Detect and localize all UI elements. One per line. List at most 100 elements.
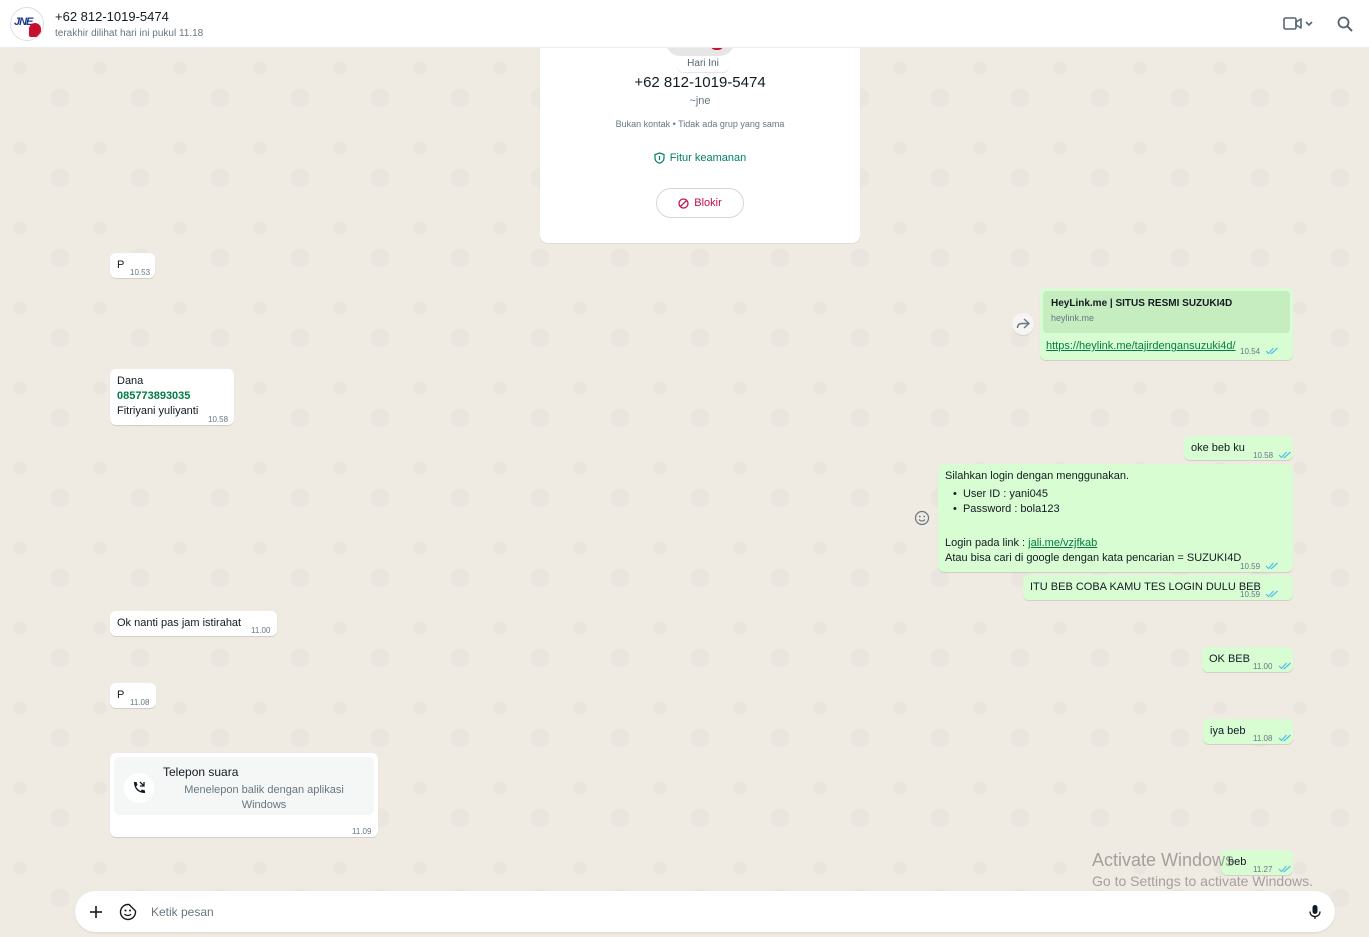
double-check-icon: [1265, 590, 1278, 598]
message-incoming[interactable]: Ok nanti pas jam istirahat 11.00: [110, 611, 277, 636]
message-composer: [75, 891, 1335, 932]
message-time: 11.00: [1253, 662, 1273, 671]
phone-number-link[interactable]: 085773893035: [117, 389, 227, 404]
emoji-button[interactable]: [119, 903, 137, 921]
message-incoming[interactable]: Dana 085773893035 Fitriyani yuliyanti 10…: [110, 369, 234, 425]
message-outgoing[interactable]: ITU BEB COBA KAMU TES LOGIN DULU BEB 10.…: [1023, 575, 1293, 600]
double-check-icon: [1278, 662, 1291, 670]
voice-call-message[interactable]: Telepon suara Menelepon balik dengan apl…: [110, 753, 378, 837]
message-time: 10.59: [1240, 590, 1261, 599]
message-text: beb: [1228, 856, 1247, 868]
search-button[interactable]: [1337, 16, 1353, 32]
contact-info[interactable]: +62 812-1019-5474 terakhir dilihat hari …: [55, 9, 203, 39]
video-camera-icon: [1283, 16, 1313, 30]
message-line: Login pada link : jali.me/vzjfkab: [945, 536, 1286, 551]
block-button[interactable]: Blokir: [656, 188, 744, 218]
message-input[interactable]: [151, 904, 1309, 919]
double-check-icon: [1278, 451, 1291, 459]
double-check-icon: [1278, 865, 1291, 873]
message-outgoing[interactable]: oke beb ku 10.58: [1184, 436, 1293, 460]
react-button[interactable]: [913, 509, 931, 527]
message-meta: 10.54: [1240, 344, 1279, 359]
call-back-card[interactable]: Telepon suara Menelepon balik dengan apl…: [114, 757, 374, 815]
message-outgoing[interactable]: beb 11.27: [1221, 850, 1293, 875]
message-link[interactable]: https://heylink.me/tajirdengansuzuki4d/: [1046, 339, 1236, 354]
info-card-note: Bukan kontak • Tidak ada grup yang sama: [615, 119, 785, 129]
link-preview[interactable]: HeyLink.me | SITUS RESMI SUZUKI4D heylin…: [1043, 291, 1290, 333]
forward-button[interactable]: [1012, 313, 1034, 335]
message-text: iya beb: [1210, 725, 1246, 737]
microphone-icon: [1309, 904, 1321, 919]
message-time: 10.54: [1240, 347, 1261, 356]
call-title: Telepon suara: [163, 765, 239, 779]
message-text: P: [117, 259, 125, 271]
bullet-text: Password : bola123: [962, 503, 1060, 515]
message-time: 10.53: [130, 268, 151, 277]
message-incoming[interactable]: P 11.08: [110, 683, 156, 708]
bullet-item: • User ID : yani045: [953, 488, 1048, 500]
message-text: Silahkan login dengan menggunakan.: [945, 470, 1130, 482]
security-features-link[interactable]: Fitur keamanan: [540, 152, 860, 164]
call-subtitle-line: Windows: [241, 799, 287, 811]
message-text: P: [117, 689, 125, 701]
info-card-alias: ~jne: [689, 95, 711, 107]
block-label: Blokir: [694, 197, 722, 209]
bullet-text: User ID : yani045: [962, 488, 1048, 500]
link-preview-title: HeyLink.me | SITUS RESMI SUZUKI4D: [1051, 298, 1233, 309]
login-link[interactable]: jali.me/vzjfkab: [1028, 537, 1097, 549]
double-check-icon: [1265, 562, 1278, 570]
missed-call-icon: [134, 781, 145, 793]
message-outgoing[interactable]: Silahkan login dengan menggunakan. • Use…: [938, 464, 1293, 572]
call-icon-wrapper: [124, 773, 154, 803]
message-text: ITU BEB COBA KAMU TES LOGIN DULU BEB: [1030, 581, 1261, 593]
call-subtitle-line: Menelepon balik dengan aplikasi: [184, 784, 344, 796]
info-card-phone: +62 812-1019-5474: [634, 74, 766, 91]
chat-header: JNE +62 812-1019-5474 terakhir dilihat h…: [0, 0, 1369, 48]
message-text: Atau bisa cari di google dengan kata pen…: [945, 552, 1242, 564]
search-icon: [1337, 16, 1353, 32]
message-meta: 10.59: [1240, 587, 1279, 602]
message-meta: 11.00: [1253, 659, 1292, 674]
double-check-icon: [1278, 734, 1291, 742]
contact-info-card: Hari Ini +62 812-1019-5474 ~jne Bukan ko…: [540, 42, 860, 243]
message-text: oke beb ku: [1191, 442, 1245, 454]
last-seen: terakhir dilihat hari ini pukul 11.18: [55, 27, 204, 39]
double-check-icon: [1265, 347, 1278, 355]
shield-icon: [654, 152, 665, 164]
block-icon: [678, 197, 689, 209]
message-time: 11.08: [1253, 734, 1273, 743]
message-outgoing[interactable]: iya beb 11.08: [1203, 719, 1293, 744]
attach-button[interactable]: [89, 905, 103, 919]
message-text: Login pada link :: [945, 537, 1029, 549]
call-subtitle: Menelepon balik dengan aplikasi Windows: [162, 783, 366, 813]
message-outgoing-link[interactable]: HeyLink.me | SITUS RESMI SUZUKI4D heylin…: [1040, 288, 1293, 360]
forward-icon: [1016, 318, 1030, 329]
avatar-figure: [29, 22, 41, 37]
message-time: 10.59: [1240, 562, 1261, 571]
message-time: 11.00: [251, 626, 271, 635]
date-divider: Hari Ini: [677, 56, 729, 72]
message-text: OK BEB: [1209, 653, 1250, 665]
header-actions: [1283, 16, 1359, 32]
contact-name: +62 812-1019-5474: [55, 8, 169, 24]
security-features-label: Fitur keamanan: [669, 152, 747, 164]
message-meta: 10.58: [1253, 448, 1292, 463]
contact-avatar[interactable]: JNE: [10, 6, 44, 41]
message-meta: 11.08: [1253, 731, 1292, 746]
sticker-icon: [119, 903, 137, 920]
message-outgoing[interactable]: OK BEB 11.00: [1202, 647, 1293, 672]
message-incoming[interactable]: P 10.53: [110, 253, 155, 278]
link-preview-domain: heylink.me: [1051, 313, 1095, 323]
voice-message-button[interactable]: [1309, 904, 1321, 920]
bullet-item: • Password : bola123: [953, 503, 1060, 515]
message-time: 10.58: [1253, 451, 1274, 460]
message-time: 11.08: [130, 698, 150, 707]
message-text: Dana: [117, 375, 144, 387]
plus-icon: [90, 905, 102, 918]
message-meta: 11.27: [1253, 862, 1292, 877]
message-meta: 10.59: [1240, 559, 1279, 574]
video-call-button[interactable]: [1283, 16, 1313, 32]
message-time: 11.09: [352, 827, 372, 836]
message-time: 11.27: [1253, 865, 1273, 874]
smiley-icon: [914, 510, 930, 526]
